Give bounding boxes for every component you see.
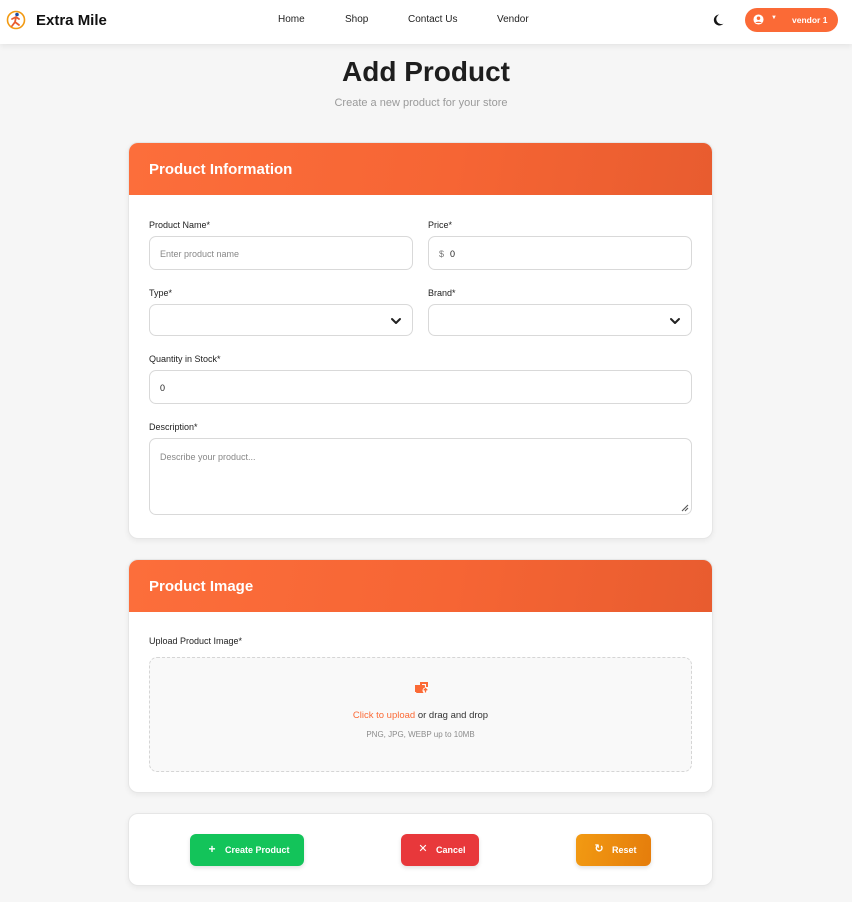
product-name-placeholder: Enter product name [160,249,240,259]
moon-icon[interactable] [712,12,728,28]
product-image-title: Product Image [149,578,254,595]
nav-link-vendor[interactable]: Vendor [497,14,529,25]
type-label: Type* [149,288,173,298]
product-image-header: Product Image [129,560,712,612]
user-circle-icon [753,14,764,25]
reset-label: Reset [612,845,637,855]
plus-icon: + [208,842,216,856]
price-input[interactable]: $ 0 [428,236,692,270]
page-title: Add Product [342,56,510,87]
refresh-icon: ↻ [594,843,604,855]
chevron-down-icon [670,318,680,324]
quantity-input[interactable]: 0 [149,370,692,404]
image-dropzone[interactable]: Click to upload or drag and drop PNG, JP… [149,657,692,772]
quantity-value: 0 [160,383,166,393]
product-image-card: Product Image Upload Product Image* Clic… [128,559,713,793]
description-label: Description* [149,422,198,432]
brand-label: Brand* [428,288,456,298]
price-label: Price* [428,220,453,230]
brand-name[interactable]: Extra Mile [36,12,107,29]
chevron-down-icon [391,318,401,324]
product-info-header: Product Information [129,143,712,195]
description-placeholder: Describe your product... [160,452,256,462]
nav-link-contact[interactable]: Contact Us [408,14,457,25]
navbar: Extra Mile Home Shop Contact Us Vendor ▼… [0,0,852,44]
create-product-button[interactable]: + Create Product [190,834,304,866]
upload-label: Upload Product Image* [149,636,243,646]
upload-image-icon [415,682,429,694]
close-icon: ✕ [418,843,428,855]
cancel-button[interactable]: ✕ Cancel [401,834,479,866]
brand-select[interactable] [428,304,692,336]
product-name-label: Product Name* [149,220,211,230]
drop-instructions: Click to upload or drag and drop [150,710,691,721]
product-info-title: Product Information [149,161,293,178]
actions-card: + Create Product ✕ Cancel ↻ Reset [128,813,713,886]
page-subtitle: Create a new product for your store [334,97,508,109]
quantity-label: Quantity in Stock* [149,354,221,364]
drag-drop-text: or drag and drop [415,710,489,721]
user-name: vendor 1 [792,15,828,25]
file-type-hint: PNG, JPG, WEBP up to 10MB [366,730,475,739]
user-menu-button[interactable]: ▼ vendor 1 [745,8,838,32]
click-to-upload-link[interactable]: Click to upload [353,710,415,721]
cancel-label: Cancel [436,845,466,855]
nav-link-home[interactable]: Home [278,14,305,25]
price-value: 0 [450,249,456,259]
description-textarea[interactable]: Describe your product... [149,438,692,515]
create-product-label: Create Product [225,845,290,855]
caret-down-icon: ▼ [771,15,777,21]
product-info-card: Product Information Product Name* Enter … [128,142,713,539]
product-name-input[interactable]: Enter product name [149,236,413,270]
nav-link-shop[interactable]: Shop [345,14,368,25]
reset-button[interactable]: ↻ Reset [576,834,651,866]
type-select[interactable] [149,304,413,336]
currency-prefix: $ [439,249,445,259]
resize-handle-icon[interactable] [680,503,689,512]
runner-logo-icon[interactable] [6,10,26,30]
